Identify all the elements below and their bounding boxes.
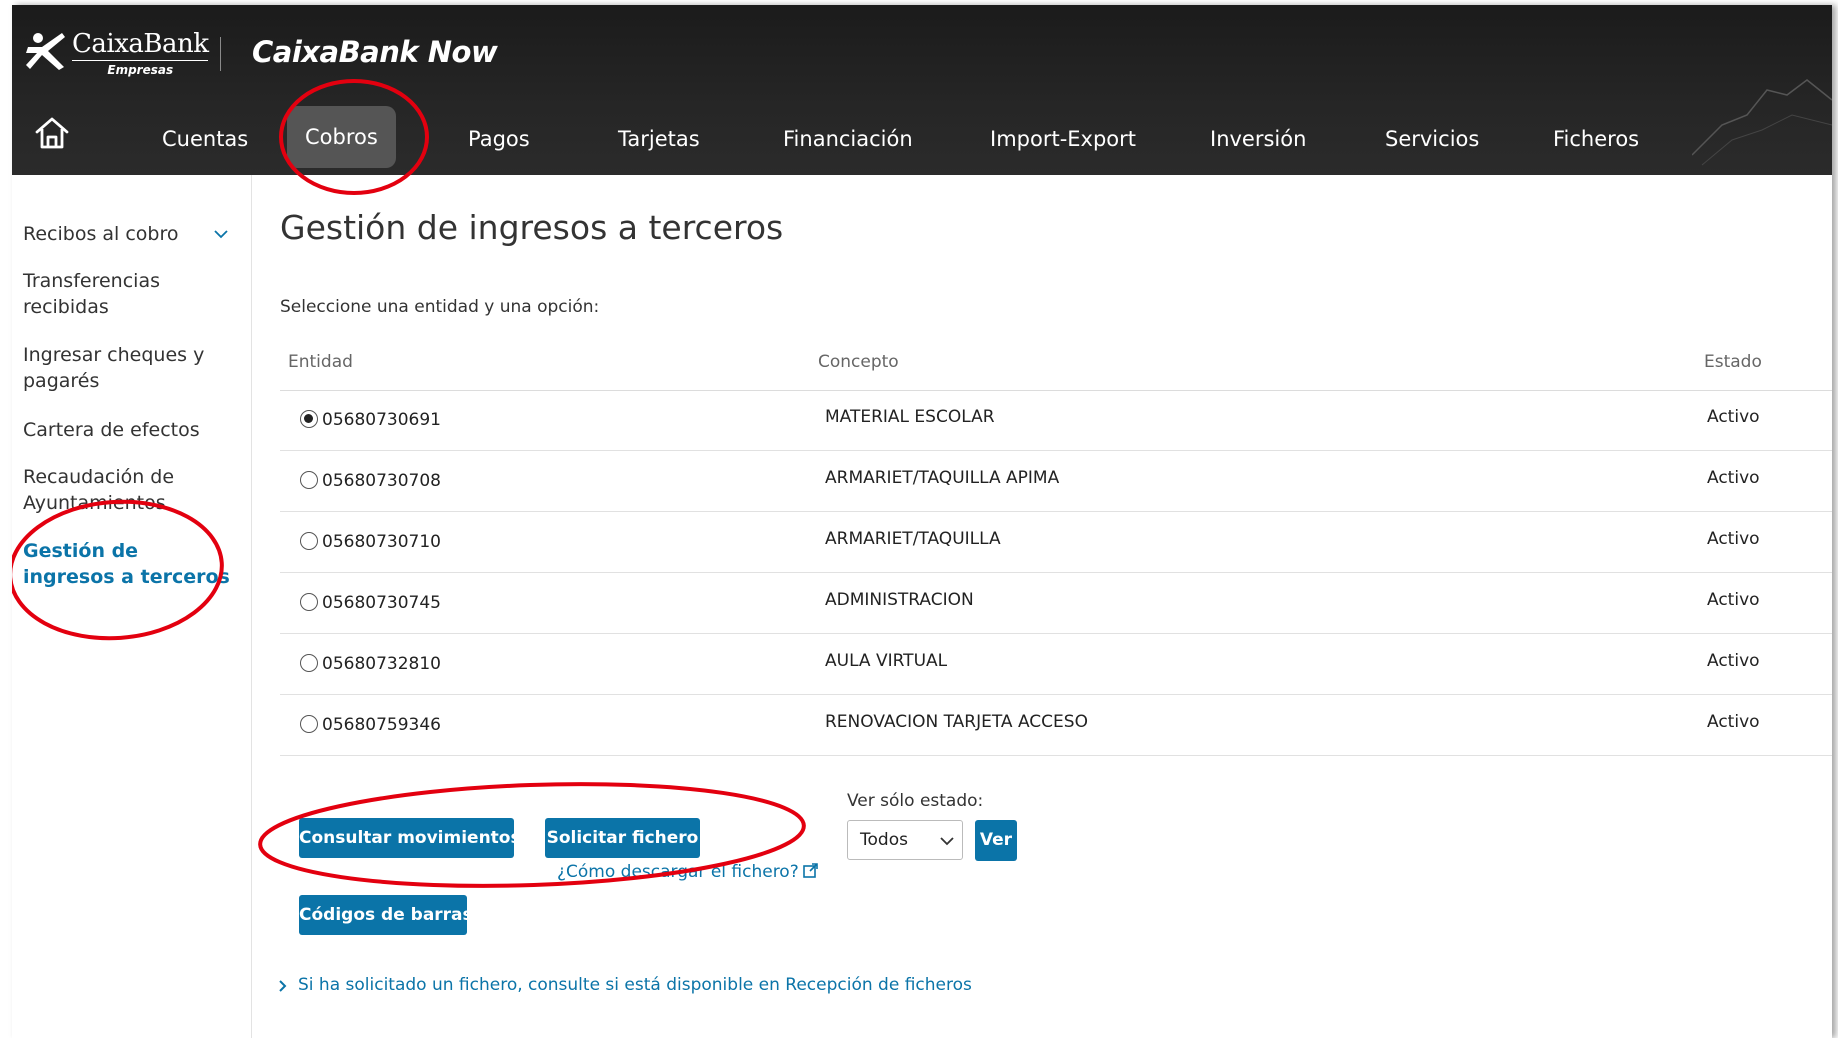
browser-page: CaixaBank Empresas CaixaBank Now Cuentas… bbox=[12, 5, 1832, 1038]
concepto-cell: ARMARIET/TAQUILLA APIMA bbox=[825, 468, 1060, 488]
chevron-down-icon bbox=[940, 837, 954, 846]
estado-cell: Activo bbox=[1707, 712, 1760, 732]
chevron-right-icon bbox=[279, 980, 287, 992]
concepto-cell: RENOVACION TARJETA ACCESO bbox=[825, 712, 1088, 732]
logo-divider bbox=[220, 37, 221, 71]
nav-financiacion[interactable]: Financiación bbox=[765, 109, 931, 169]
product-name: CaixaBank Now bbox=[252, 35, 498, 69]
table-row[interactable]: 05680759346 RENOVACION TARJETA ACCESO Ac… bbox=[280, 696, 1832, 756]
mountain-decoration bbox=[1692, 79, 1832, 166]
table-row[interactable]: 05680732810 AULA VIRTUAL Activo bbox=[280, 635, 1832, 695]
concepto-cell: MATERIAL ESCOLAR bbox=[825, 407, 995, 427]
concepto-cell: AULA VIRTUAL bbox=[825, 651, 948, 671]
concepto-cell: ADMINISTRACION bbox=[825, 590, 974, 610]
nav-cuentas[interactable]: Cuentas bbox=[144, 109, 266, 169]
radio-button-selected[interactable] bbox=[300, 410, 318, 428]
table-row[interactable]: 05680730710 ARMARIET/TAQUILLA Activo bbox=[280, 513, 1832, 573]
download-help-link-label: ¿Cómo descargar el fichero? bbox=[557, 862, 799, 882]
caixabank-logo[interactable]: CaixaBank Empresas bbox=[24, 29, 209, 77]
radio-button[interactable] bbox=[300, 593, 318, 611]
table-row[interactable]: 05680730708 ARMARIET/TAQUILLA APIMA Acti… bbox=[280, 452, 1832, 512]
nav-import-export[interactable]: Import-Export bbox=[972, 109, 1154, 169]
radio-button[interactable] bbox=[300, 471, 318, 489]
recepcion-ficheros-link[interactable]: Si ha solicitado un fichero, consulte si… bbox=[298, 975, 972, 995]
brand-subtitle: Empresas bbox=[107, 63, 174, 77]
solicitar-fichero-button[interactable]: Solicitar fichero bbox=[545, 818, 700, 858]
column-header-concepto: Concepto bbox=[818, 352, 899, 372]
estado-select-value: Todos bbox=[860, 830, 908, 850]
sidebar-item-recaudacion[interactable]: Recaudación de Ayuntamientos bbox=[23, 464, 233, 516]
estado-cell: Activo bbox=[1707, 407, 1760, 427]
sidebar-item-label: Recibos al cobro bbox=[23, 223, 179, 245]
sidebar-item-gestion-ingresos[interactable]: Gestión de ingresos a terceros bbox=[23, 538, 233, 590]
table-row[interactable]: 05680730691 MATERIAL ESCOLAR Activo bbox=[280, 391, 1832, 451]
entidad-cell: 05680730708 bbox=[322, 471, 441, 491]
sidebar-item-cheques[interactable]: Ingresar cheques y pagarés bbox=[23, 342, 233, 394]
radio-button[interactable] bbox=[300, 532, 318, 550]
table-row[interactable]: 05680730745 ADMINISTRACION Activo bbox=[280, 574, 1832, 634]
filter-label: Ver sólo estado: bbox=[847, 791, 984, 811]
sidebar: Recibos al cobro Transferencias recibida… bbox=[12, 175, 252, 1038]
sidebar-item-cartera[interactable]: Cartera de efectos bbox=[23, 417, 233, 443]
entidad-cell: 05680730691 bbox=[322, 410, 441, 430]
estado-cell: Activo bbox=[1707, 651, 1760, 671]
ver-button[interactable]: Ver bbox=[975, 820, 1017, 861]
concepto-cell: ARMARIET/TAQUILLA bbox=[825, 529, 1001, 549]
home-icon[interactable] bbox=[34, 115, 70, 151]
nav-ficheros[interactable]: Ficheros bbox=[1535, 109, 1657, 169]
radio-button[interactable] bbox=[300, 654, 318, 672]
consultar-movimientos-button[interactable]: Consultar movimientos bbox=[299, 818, 521, 858]
nav-inversion[interactable]: Inversión bbox=[1192, 109, 1324, 169]
codigos-de-barras-button[interactable]: Códigos de barras bbox=[299, 895, 473, 935]
entidad-cell: 05680759346 bbox=[322, 715, 441, 735]
download-help-link[interactable]: ¿Cómo descargar el fichero? bbox=[557, 862, 818, 882]
column-header-estado: Estado bbox=[1704, 352, 1762, 372]
column-header-entidad: Entidad bbox=[288, 352, 353, 372]
star-logo-icon bbox=[26, 33, 65, 70]
instruction-text: Seleccione una entidad y una opción: bbox=[280, 297, 600, 317]
entidad-cell: 05680730745 bbox=[322, 593, 441, 613]
page-title: Gestión de ingresos a terceros bbox=[280, 208, 784, 247]
nav-cobros[interactable]: Cobros bbox=[287, 106, 396, 168]
external-link-icon bbox=[802, 863, 818, 878]
radio-button[interactable] bbox=[300, 715, 318, 733]
sidebar-item-recibos[interactable]: Recibos al cobro bbox=[23, 221, 233, 247]
nav-servicios[interactable]: Servicios bbox=[1367, 109, 1497, 169]
estado-cell: Activo bbox=[1707, 590, 1760, 610]
top-header: CaixaBank Empresas CaixaBank Now Cuentas… bbox=[12, 5, 1832, 175]
entidad-cell: 05680732810 bbox=[322, 654, 441, 674]
entidad-cell: 05680730710 bbox=[322, 532, 441, 552]
nav-pagos[interactable]: Pagos bbox=[450, 109, 548, 169]
brand-name: CaixaBank bbox=[72, 29, 209, 61]
estado-cell: Activo bbox=[1707, 529, 1760, 549]
estado-cell: Activo bbox=[1707, 468, 1760, 488]
nav-tarjetas[interactable]: Tarjetas bbox=[600, 109, 718, 169]
estado-select[interactable]: Todos bbox=[847, 820, 963, 860]
chevron-down-icon[interactable] bbox=[213, 227, 229, 241]
sidebar-item-transferencias[interactable]: Transferencias recibidas bbox=[23, 268, 233, 320]
